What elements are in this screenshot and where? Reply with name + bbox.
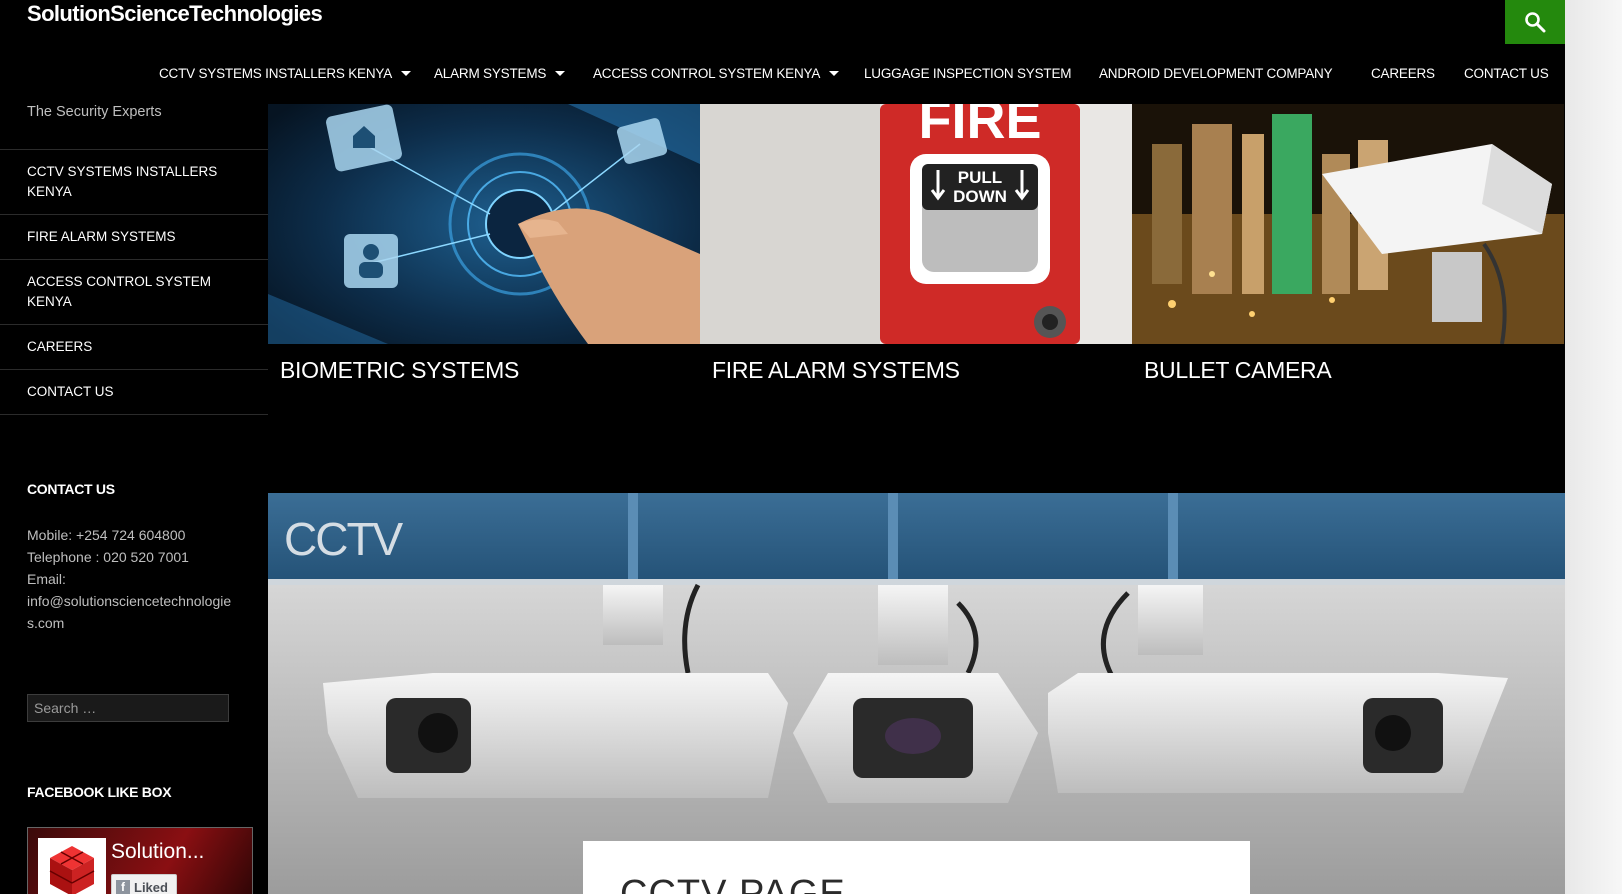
nav-item-luggage-inspection[interactable]: LUGGAGE INSPECTION SYSTEM [864,60,1071,88]
nav-item-careers[interactable]: CAREERS [1371,60,1435,88]
liked-label: Liked [134,879,168,894]
featured-title-fire-alarm[interactable]: FIRE ALARM SYSTEMS [712,357,960,384]
facebook-like-box[interactable]: Solution... f Liked [27,827,253,894]
nav-item-label: ANDROID DEVELOPMENT COMPANY [1099,66,1333,81]
sidebar-item-contact-us[interactable]: CONTACT US [0,370,268,415]
nav-item-label: CAREERS [1371,66,1435,81]
fire-sign-text: FIRE [918,104,1041,150]
nav-item-label: CCTV SYSTEMS INSTALLERS KENYA [159,66,393,81]
nav-item-label: ALARM SYSTEMS [434,66,547,81]
nav-item-label: CONTACT US [1464,66,1549,81]
site-container: SolutionScienceTechnologies CCTV SYSTEMS… [0,0,1565,894]
facebook-liked-button[interactable]: f Liked [111,874,177,894]
facebook-icon: f [116,880,130,894]
nav-item-cctv[interactable]: CCTV SYSTEMS INSTALLERS KENYA [159,60,412,88]
site-title[interactable]: SolutionScienceTechnologies [27,0,323,28]
search-icon [1525,12,1546,33]
featured-title-bullet-camera[interactable]: BULLET CAMERA [1144,357,1332,384]
contact-details: Mobile: +254 724 604800 Telephone : 020 … [27,524,232,634]
hero-banner-text: CCTV [284,513,404,565]
chevron-down-icon [401,70,412,76]
sidebar-item-cctv[interactable]: CCTV SYSTEMS INSTALLERS KENYA [0,150,268,215]
sidebar-item-careers[interactable]: CAREERS [0,325,268,370]
primary-nav: CCTV SYSTEMS INSTALLERS KENYA ALARM SYST… [0,60,1565,88]
featured-image-bullet-camera[interactable] [1132,104,1564,344]
featured-image-fire-alarm[interactable]: FIRE PULL DOWN [700,104,1132,344]
nav-item-label: ACCESS CONTROL SYSTEM KENYA [593,66,821,81]
sidebar-menu: CCTV SYSTEMS INSTALLERS KENYA FIRE ALARM… [0,149,268,415]
facebook-widget-title: FACEBOOK LIKE BOX [27,784,172,800]
contact-widget-title: CONTACT US [27,481,115,497]
chevron-down-icon [555,70,566,76]
site-tagline: The Security Experts [27,104,162,120]
facebook-page-name[interactable]: Solution... [111,840,204,864]
nav-item-alarm-systems[interactable]: ALARM SYSTEMS [434,60,566,88]
nav-item-android-development[interactable]: ANDROID DEVELOPMENT COMPANY [1099,60,1333,88]
search-toggle-button[interactable] [1505,0,1565,44]
pull-text: PULL [958,168,1002,187]
contact-mobile: Mobile: +254 724 604800 [27,527,186,543]
page-background-edge [1565,0,1622,894]
page-logo [38,838,106,894]
sidebar-item-fire-alarm[interactable]: FIRE ALARM SYSTEMS [0,215,268,260]
page-title: CCTV PAGE [620,873,846,894]
nav-item-contact-us[interactable]: CONTACT US [1464,60,1549,88]
page-header-image: CCTV CCTV PAGE [268,493,1565,894]
chevron-down-icon [829,70,840,76]
featured-image-biometric[interactable] [268,104,700,344]
contact-email[interactable]: info@solutionsciencetechnologies.com [27,590,232,634]
down-text: DOWN [953,187,1007,206]
nav-item-label: LUGGAGE INSPECTION SYSTEM [864,66,1072,81]
contact-telephone: Telephone : 020 520 7001 [27,549,189,565]
sidebar-item-access-control[interactable]: ACCESS CONTROL SYSTEM KENYA [0,260,268,325]
page-content-card: CCTV PAGE [583,841,1250,894]
sidebar-search-input[interactable] [27,694,229,722]
featured-title-biometric[interactable]: BIOMETRIC SYSTEMS [280,357,519,384]
contact-email-label: Email: [27,571,66,587]
nav-item-access-control[interactable]: ACCESS CONTROL SYSTEM KENYA [593,60,840,88]
